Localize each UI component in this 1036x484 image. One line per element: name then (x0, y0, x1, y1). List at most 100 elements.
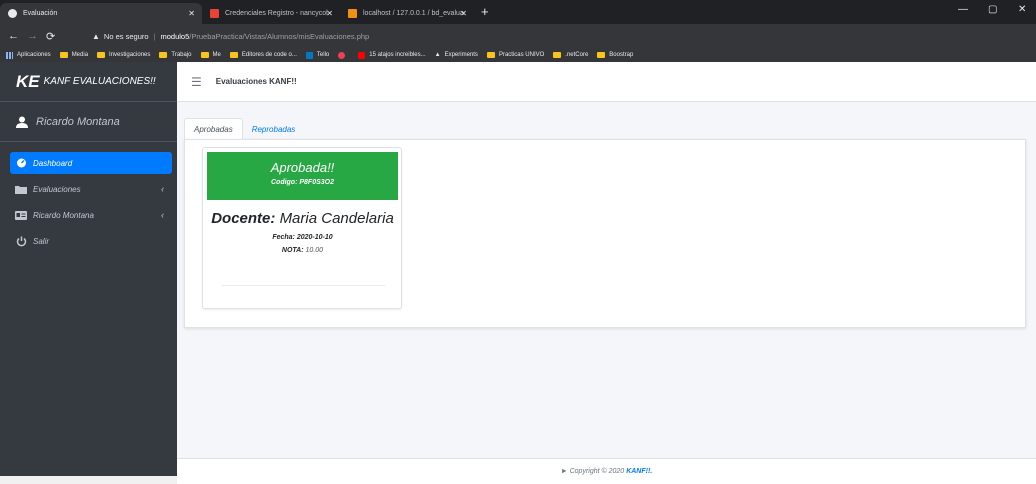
brand-abbr: KE (16, 71, 40, 91)
bookmark-pocket[interactable] (338, 51, 349, 59)
tab-aprobadas[interactable]: Aprobadas (184, 118, 243, 140)
insecure-label: No es seguro (103, 31, 149, 41)
tab-title: Credenciales Registro - nancycol (225, 10, 328, 17)
bookmark-experiments[interactable]: ▲ Experiments (435, 52, 478, 58)
sidebar-scrollbar[interactable] (0, 476, 177, 484)
apps-icon (6, 51, 13, 59)
forward-icon[interactable]: → (27, 30, 38, 42)
footer: ► Copyright © 2020 KANF!!. (177, 458, 1036, 484)
tab-strip: Evaluación ✕ Credenciales Registro - nan… (0, 0, 1036, 24)
id-card-icon (15, 210, 27, 220)
url-path: /PruebaPractica/Vistas/Alumnos/misEvalua… (189, 31, 370, 41)
sidebar-item-dashboard[interactable]: Dashboard (10, 152, 172, 174)
dashboard-icon (15, 158, 27, 168)
folder-icon (15, 184, 27, 194)
youtube-icon (358, 51, 366, 59)
folder-icon (97, 52, 106, 58)
folder-icon (59, 52, 68, 58)
pocket-icon (338, 51, 346, 59)
tab-title: Evaluación (23, 10, 58, 17)
power-icon (15, 236, 27, 246)
flask-icon: ▲ (434, 52, 441, 58)
page-title: Evaluaciones KANF!! (215, 77, 297, 86)
bookmarks-bar: Aplicaciones Media Investigaciones Traba… (0, 48, 1036, 62)
tab-title: localhost / 127.0.0.1 / bd_evalua (363, 10, 464, 17)
bookmark-netcore[interactable]: .netCore (553, 52, 588, 58)
bookmark-boostrap[interactable]: Boostrap (597, 52, 633, 58)
window-close-icon[interactable]: ✕ (1018, 4, 1026, 15)
globe-icon (8, 9, 17, 18)
folder-icon (597, 52, 606, 58)
address-bar: ← → ⟳ ▲ No es seguro | modulo5 /PruebaPr… (0, 24, 1036, 64)
bookmark-atajos[interactable]: 15 atajos increibles... (358, 51, 426, 59)
tab-reprobadas[interactable]: Reprobadas (243, 118, 305, 140)
app: KE KANF EVALUACIONES!! Ricardo Montana D… (0, 62, 1036, 484)
main-content: Aprobadas Reprobadas Aprobada!! Codigo: … (177, 102, 1036, 458)
url-field[interactable]: ▲ No es seguro | modulo5 /PruebaPractica… (92, 28, 852, 44)
nota-value: 10.00 (305, 247, 324, 254)
sidebar-item-salir[interactable]: Salir (10, 230, 172, 252)
browser-chrome: Evaluación ✕ Credenciales Registro - nan… (0, 0, 1036, 64)
sidebar: KE KANF EVALUACIONES!! Ricardo Montana D… (0, 62, 177, 484)
close-icon[interactable]: ✕ (188, 9, 195, 18)
close-icon[interactable]: ✕ (326, 9, 333, 18)
chevron-left-icon: ‹ (161, 210, 164, 220)
bookmark-media[interactable]: Media (59, 52, 88, 58)
top-navbar: ☰ Evaluaciones KANF!! (177, 62, 1036, 102)
browser-tab-evaluacion[interactable]: Evaluación ✕ (0, 3, 202, 24)
bookmark-editores[interactable]: Editores de code o... (229, 52, 297, 58)
folder-icon (200, 52, 209, 58)
sidebar-item-label: Dashboard (33, 158, 73, 168)
sidebar-menu: Dashboard Evaluaciones ‹ Ricardo Montana… (0, 142, 177, 252)
bookmark-investigaciones[interactable]: Investigaciones (97, 52, 150, 58)
sidebar-item-profile[interactable]: Ricardo Montana ‹ (10, 204, 172, 226)
reload-icon[interactable]: ⟳ (46, 30, 55, 43)
divider (221, 285, 385, 286)
tabs: Aprobadas Reprobadas (184, 118, 304, 140)
docente-name: Maria Candelaria (279, 210, 394, 227)
bookmark-aplicaciones[interactable]: Aplicaciones (6, 51, 51, 59)
docente: Docente: Maria Candelaria (207, 210, 398, 228)
footer-brand[interactable]: KANF!!. (626, 468, 652, 475)
chevron-left-icon: ‹ (161, 184, 164, 194)
folder-icon (553, 52, 562, 58)
bookmark-trabajo[interactable]: Trabajo (159, 52, 192, 58)
evaluation-card: Aprobada!! Codigo: P8F0S3O2 Docente: Mar… (202, 147, 402, 309)
hamburger-icon[interactable]: ☰ (191, 75, 202, 89)
sidebar-item-label: Evaluaciones (33, 184, 81, 194)
card-body: Docente: Maria Candelaria Fecha: 2020-10… (207, 210, 398, 254)
fecha: Fecha: 2020-10-10 (272, 234, 333, 241)
minimize-icon[interactable]: — (958, 4, 968, 15)
status-text: Aprobada!! (270, 160, 335, 175)
browser-tab-phpmyadmin[interactable]: localhost / 127.0.0.1 / bd_evalua ✕ (340, 3, 474, 24)
browser-tab-credenciales[interactable]: Credenciales Registro - nancycol ✕ (202, 3, 340, 24)
bookmark-practicas[interactable]: Practicas UNIVO (486, 52, 544, 58)
folder-icon (486, 52, 495, 58)
url-host: modulo5 (160, 31, 190, 41)
sidebar-item-evaluaciones[interactable]: Evaluaciones ‹ (10, 178, 172, 200)
card-header: Aprobada!! Codigo: P8F0S3O2 (207, 152, 398, 200)
brand-link[interactable]: KE KANF EVALUACIONES!! (0, 62, 177, 102)
folder-icon (159, 52, 168, 58)
bookmark-tello[interactable]: Tello (305, 51, 329, 59)
user-name: Ricardo Montana (36, 115, 120, 128)
user-icon (16, 116, 28, 128)
trello-icon (305, 51, 313, 59)
close-icon[interactable]: ✕ (460, 9, 467, 18)
sidebar-item-label: Ricardo Montana (33, 210, 94, 220)
bookmark-me[interactable]: Me (200, 52, 221, 58)
folder-icon (229, 52, 238, 58)
back-icon[interactable]: ← (8, 30, 19, 42)
user-panel[interactable]: Ricardo Montana (0, 102, 177, 142)
nota: NOTA: 10.00 (207, 247, 398, 254)
gmail-icon (210, 9, 219, 18)
new-tab-button[interactable]: + (481, 4, 489, 19)
sidebar-item-label: Salir (33, 236, 50, 246)
docente-label: Docente: (211, 210, 276, 227)
maximize-icon[interactable]: ▢ (988, 4, 997, 15)
brand-name: KANF EVALUACIONES!! (43, 76, 156, 87)
nota-label: NOTA: (281, 247, 304, 254)
tab-panel: Aprobada!! Codigo: P8F0S3O2 Docente: Mar… (184, 139, 1026, 328)
evaluation-code: Codigo: P8F0S3O2 (270, 179, 334, 186)
phpmyadmin-icon (348, 9, 357, 18)
